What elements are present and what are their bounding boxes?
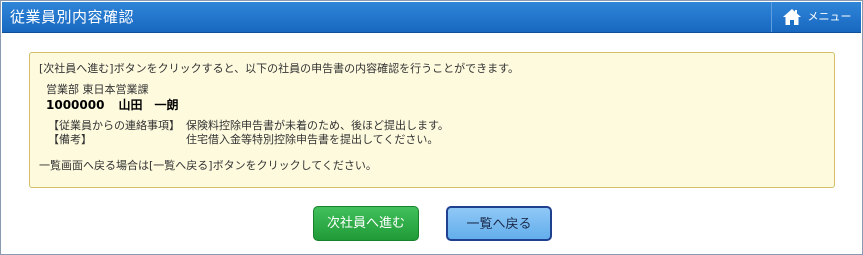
employee-name: 山田 一朗 [118, 98, 179, 112]
contact-label: 【従業員からの連絡事項】 [48, 119, 180, 132]
intro-text: [次社員へ進む]ボタンをクリックすると、以下の社員の申告書の内容確認を行うことが… [39, 62, 520, 75]
back-to-list-button[interactable]: 一覧へ戻る [446, 206, 552, 241]
info-panel: [次社員へ進む]ボタンをクリックすると、以下の社員の申告書の内容確認を行うことが… [29, 52, 835, 188]
page-title: 従業員別内容確認 [10, 8, 135, 26]
next-employee-button[interactable]: 次社員へ進む [313, 206, 419, 241]
app-window: 従業員別内容確認 メニュー [次社員へ進む]ボタンをクリックすると、以下の社員の… [0, 0, 863, 255]
department-name: 営業部 東日本営業課 [46, 83, 149, 96]
employee-heading: 1000000 山田 一朗 [46, 98, 178, 112]
contact-value: 保険料控除申告書が未着のため、後ほど提出します。 [186, 119, 449, 132]
home-icon [782, 9, 801, 25]
title-bar: 従業員別内容確認 メニュー [2, 2, 861, 33]
back-instruction: 一覧画面へ戻る場合は[一覧へ戻る]ボタンをクリックしてください。 [39, 159, 377, 172]
remarks-value: 住宅借入金等特別控除申告書を提出してください。 [186, 133, 439, 146]
menu-button[interactable]: メニュー [771, 2, 861, 32]
remarks-label: 【備考】 [48, 133, 92, 146]
menu-label: メニュー [807, 10, 852, 23]
employee-id: 1000000 [46, 98, 105, 112]
